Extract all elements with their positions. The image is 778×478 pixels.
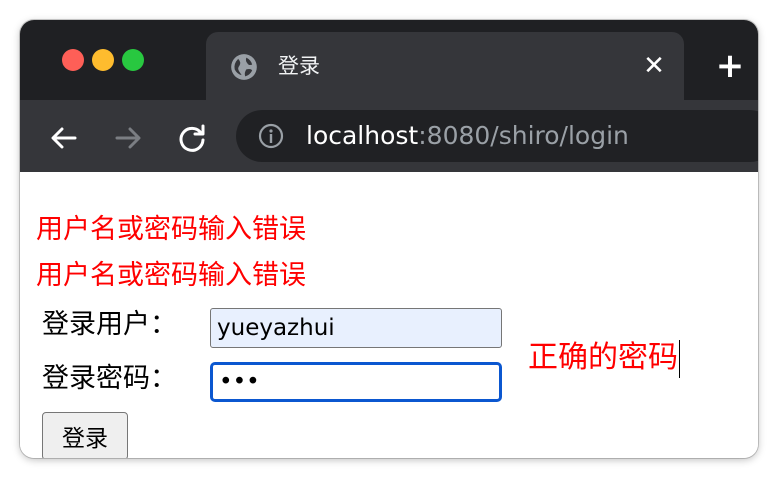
tab-strip: 登录 ✕ +	[20, 20, 758, 100]
username-label: 登录用户：	[42, 309, 177, 340]
annotation-text: 正确的密码	[528, 340, 678, 375]
close-tab-icon[interactable]: ✕	[640, 52, 668, 80]
forward-arrow-icon[interactable]	[112, 122, 144, 154]
text-caret	[679, 339, 680, 378]
maximize-window-button[interactable]	[122, 49, 144, 71]
error-message: 用户名或密码输入错误	[36, 214, 306, 245]
username-input[interactable]	[210, 308, 502, 348]
page-content: 用户名或密码输入错误 用户名或密码输入错误 登录用户： 登录密码： 登录 正确的…	[20, 172, 758, 458]
password-label: 登录密码：	[42, 363, 177, 394]
globe-icon	[231, 54, 257, 80]
reload-icon[interactable]	[176, 122, 208, 154]
password-annotation: 正确的密码	[528, 338, 680, 378]
password-input[interactable]	[210, 362, 502, 402]
url-path: :8080/shiro/login	[418, 121, 629, 150]
browser-toolbar: localhost:8080/shiro/login	[20, 100, 758, 172]
close-window-button[interactable]	[62, 49, 84, 71]
error-message: 用户名或密码输入错误	[36, 260, 306, 291]
url-host: localhost	[306, 121, 419, 150]
minimize-window-button[interactable]	[92, 49, 114, 71]
browser-window: 登录 ✕ + localhost:8080/shiro/login 用户名或密码…	[20, 20, 758, 458]
browser-tab[interactable]: 登录 ✕	[206, 32, 684, 100]
info-icon[interactable]	[258, 123, 284, 149]
tab-title: 登录	[278, 54, 320, 78]
address-bar[interactable]: localhost:8080/shiro/login	[236, 110, 758, 162]
login-button[interactable]: 登录	[42, 412, 128, 458]
new-tab-icon[interactable]: +	[714, 49, 746, 83]
back-arrow-icon[interactable]	[48, 122, 80, 154]
url-text[interactable]: localhost:8080/shiro/login	[306, 121, 629, 151]
